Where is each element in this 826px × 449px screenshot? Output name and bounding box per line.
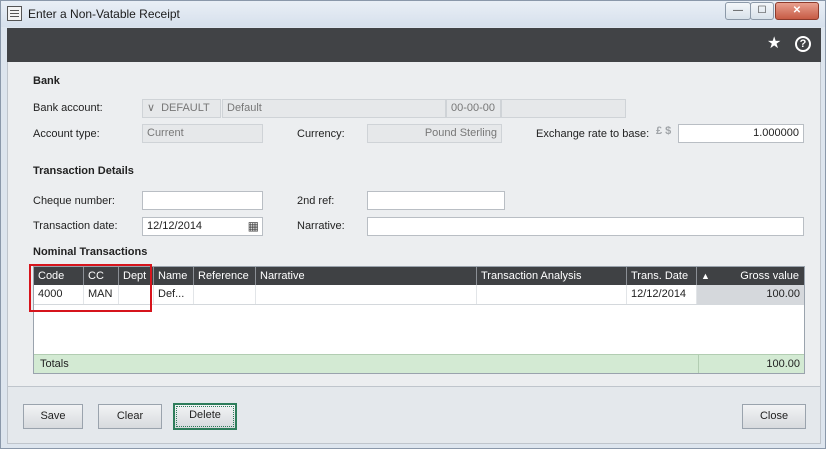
sort-ascending-icon: ▲ <box>701 271 710 281</box>
col-name[interactable]: Name <box>154 267 194 285</box>
currency-label: Currency: <box>297 128 345 140</box>
exchange-rate-label: Exchange rate to base: <box>536 128 650 140</box>
bank-section-title: Bank <box>33 75 60 87</box>
chevron-down-icon: ∨ <box>147 102 156 114</box>
transaction-date-label: Transaction date: <box>33 220 118 232</box>
clear-button[interactable]: Clear <box>98 404 162 429</box>
totals-row: Totals 100.00 <box>34 354 804 373</box>
col-transaction-analysis[interactable]: Transaction Analysis <box>477 267 627 285</box>
receipt-window: Enter a Non-Vatable Receipt — ☐ ✕ ★ ? Ba… <box>0 0 826 449</box>
cheque-number-input[interactable] <box>142 191 263 210</box>
cell-gross-value[interactable]: 100.00 <box>697 285 804 304</box>
bank-account-label: Bank account: <box>33 102 103 114</box>
cell-trans-date[interactable]: 12/12/2014 <box>627 285 697 304</box>
star-icon[interactable]: ★ <box>767 36 781 52</box>
app-icon <box>7 6 22 21</box>
transaction-date-value: 12/12/2014 <box>147 220 203 232</box>
transaction-section-title: Transaction Details <box>33 165 134 177</box>
cell-transaction-analysis[interactable] <box>477 285 627 304</box>
currency-field: Pound Sterling <box>367 124 502 143</box>
calendar-icon[interactable]: ▦ <box>248 218 259 235</box>
minimize-button[interactable]: — <box>725 2 751 20</box>
account-type-field: Current <box>142 124 263 143</box>
header-bar: ★ ? <box>7 28 821 62</box>
account-type-label: Account type: <box>33 128 100 140</box>
close-window-button[interactable]: ✕ <box>775 2 819 20</box>
cell-narrative[interactable] <box>256 285 477 304</box>
title-bar: Enter a Non-Vatable Receipt — ☐ ✕ <box>1 1 825 27</box>
col-reference[interactable]: Reference <box>194 267 256 285</box>
help-icon[interactable]: ? <box>795 36 811 52</box>
account-number-field <box>501 99 626 118</box>
nominal-section-title: Nominal Transactions <box>33 246 148 258</box>
col-narrative[interactable]: Narrative <box>256 267 477 285</box>
narrative-input[interactable] <box>367 217 804 236</box>
cell-reference[interactable] <box>194 285 256 304</box>
col-trans-date[interactable]: Trans. Date <box>627 267 697 285</box>
second-ref-label: 2nd ref: <box>297 195 335 207</box>
footer-bar: Save Clear Delete Close <box>7 386 821 444</box>
totals-label: Totals <box>40 358 69 370</box>
delete-button[interactable]: Delete <box>173 403 237 430</box>
transaction-date-input[interactable]: 12/12/2014 ▦ <box>142 217 263 236</box>
currency-symbols-icon: £ $ <box>656 125 672 137</box>
col-gross-value-label: Gross value <box>740 270 799 282</box>
cell-name[interactable]: Def... <box>154 285 194 304</box>
form-content: Bank Bank account: ∨ DEFAULT Default 00-0… <box>7 62 821 386</box>
window-title: Enter a Non-Vatable Receipt <box>28 7 180 21</box>
close-button[interactable]: Close <box>742 404 806 429</box>
cheque-number-label: Cheque number: <box>33 195 115 207</box>
bank-account-code: DEFAULT <box>161 102 210 114</box>
bank-account-code-field[interactable]: ∨ DEFAULT <box>142 99 221 118</box>
maximize-button[interactable]: ☐ <box>750 2 774 20</box>
col-gross-value[interactable]: ▲ Gross value <box>697 267 804 285</box>
sort-code-field: 00-00-00 <box>446 99 501 118</box>
totals-value: 100.00 <box>698 355 804 373</box>
bank-account-name-field: Default <box>222 99 446 118</box>
narrative-label: Narrative: <box>297 220 345 232</box>
exchange-rate-input[interactable]: 1.000000 <box>678 124 804 143</box>
save-button[interactable]: Save <box>23 404 83 429</box>
highlight-box <box>29 264 152 312</box>
second-ref-input[interactable] <box>367 191 505 210</box>
